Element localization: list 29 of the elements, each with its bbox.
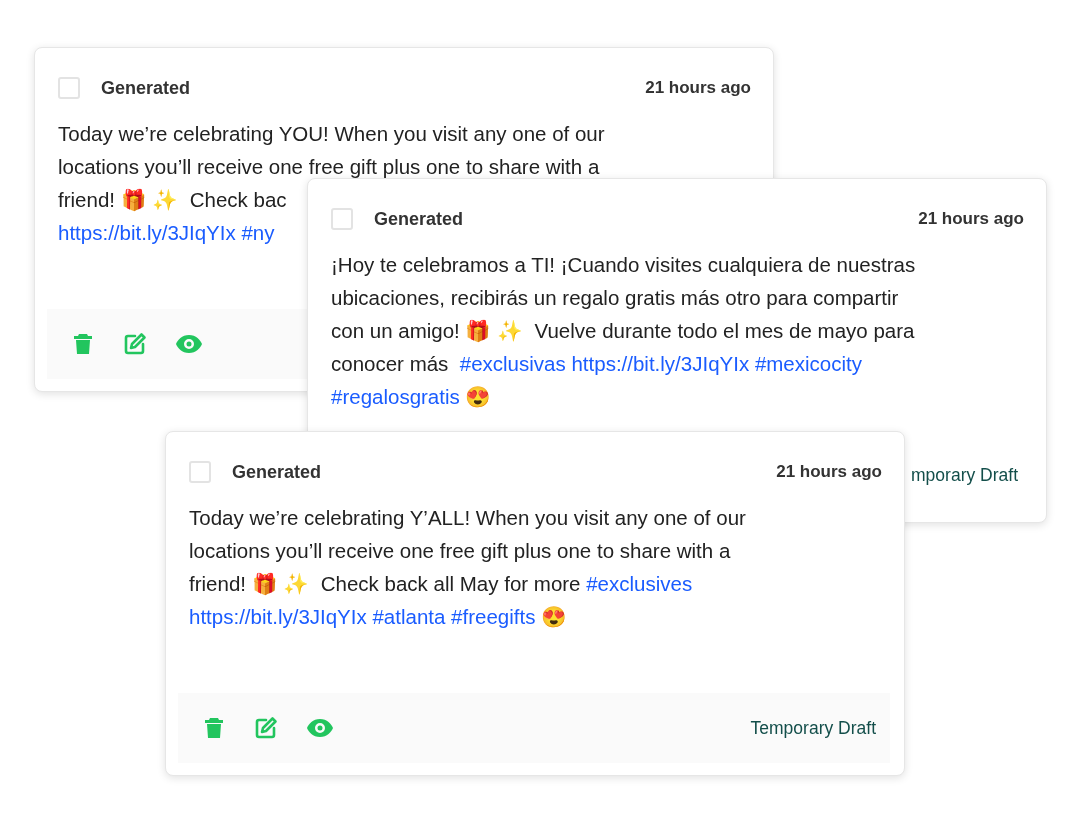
status-label: Generated [374,208,464,230]
checkbox[interactable] [189,461,211,483]
draft-status: mporary Draft [911,464,1018,486]
post-link[interactable]: https://bit.ly/3JIqYIx [58,221,236,244]
post-link[interactable]: #exclusivas [459,352,566,375]
post-link[interactable]: #atlanta [372,605,446,628]
timestamp: 21 hours ago [776,462,882,482]
post-link[interactable]: #ny [241,221,275,244]
post-link[interactable]: #exclusives [586,572,693,595]
draft-status: Temporary Draft [750,717,876,739]
status-label: Generated [101,77,191,99]
trash-icon[interactable] [202,716,226,740]
edit-icon[interactable] [254,716,278,740]
edit-icon[interactable] [123,332,147,356]
timestamp: 21 hours ago [918,209,1024,229]
status-label: Generated [232,461,322,483]
post-link[interactable]: #freegifts [451,605,536,628]
post-text: ¡Hoy te celebramos a TI! ¡Cuando visites cualquiera de nuestras ubicaciones, recibirás un regalo gratis más otro para compartir con un amigo! 🎁 ✨ Vuelve durante todo el mes de mayo para conocer más #exclusivas https://bit.ly/3JIqYIx #mexicocity #regalosgratis 😍 [330,252,917,410]
checkbox[interactable] [58,77,80,99]
timestamp: 21 hours ago [645,78,751,98]
post-link[interactable]: https://bit.ly/3JIqYIx [571,352,750,375]
eye-icon[interactable] [306,718,334,738]
post-link[interactable]: https://bit.ly/3JIqYIx [189,605,367,628]
eye-icon[interactable] [175,334,203,354]
trash-icon[interactable] [71,332,95,356]
post-text: Today we’re celebrating Y’ALL! When you visit any one of our locations you’ll receive one free gift plus one to share with a friend! 🎁 ✨ Check back all May for more #exclusives https://bit.ly/3JIqYIx #atlanta #freegifts 😍 [188,505,747,630]
post-link[interactable]: #regalosgratis [331,385,460,408]
post-link[interactable]: #mexicocity [754,352,862,375]
checkbox[interactable] [331,208,353,230]
